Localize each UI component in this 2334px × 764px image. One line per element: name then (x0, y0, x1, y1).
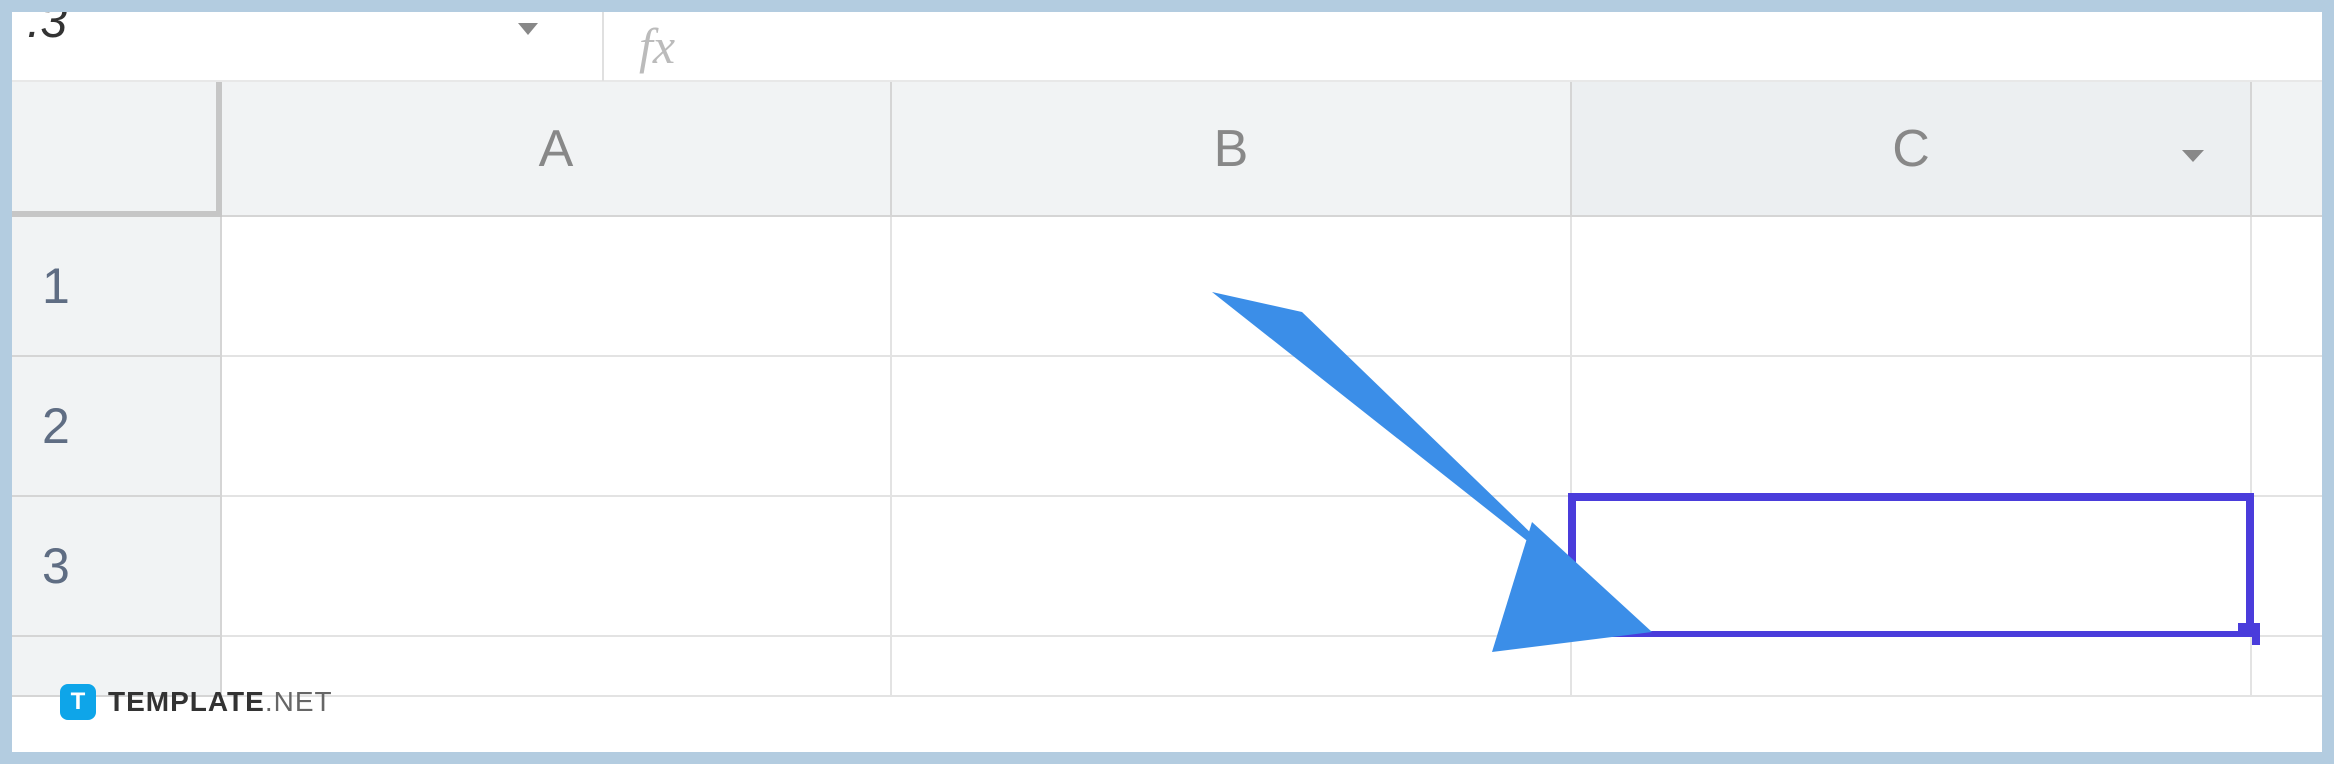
select-all-corner[interactable] (12, 82, 222, 217)
row-4-partial (12, 637, 2322, 697)
watermark-tld: .NET (265, 686, 333, 717)
name-box-dropdown-icon[interactable] (514, 12, 542, 44)
name-box-value: .3 (27, 12, 67, 49)
cell-d3[interactable] (2252, 497, 2322, 637)
watermark-text: TEMPLATE.NET (108, 686, 333, 718)
row-label: 3 (42, 537, 70, 595)
column-dropdown-icon[interactable] (2176, 119, 2210, 179)
column-label: B (1214, 119, 1249, 179)
formula-bar: .3 fx (12, 12, 2322, 82)
column-label: C (1892, 119, 1930, 179)
column-header-b[interactable]: B (892, 82, 1572, 217)
row-label: 1 (42, 257, 70, 315)
name-box[interactable]: .3 (12, 12, 602, 80)
column-header-next[interactable] (2252, 82, 2322, 217)
row-2: 2 (12, 357, 2322, 497)
formula-input-area[interactable]: fx (604, 12, 675, 80)
sheet-grid: A B C 1 2 (12, 82, 2322, 752)
cell-a3[interactable] (222, 497, 892, 637)
fx-icon: fx (639, 17, 675, 75)
spreadsheet-window: .3 fx A B C (12, 12, 2322, 752)
cell-c4[interactable] (1572, 637, 2252, 697)
column-label: A (539, 119, 574, 179)
column-header-a[interactable]: A (222, 82, 892, 217)
column-header-c[interactable]: C (1572, 82, 2252, 217)
cell-b3[interactable] (892, 497, 1572, 637)
row-label: 2 (42, 397, 70, 455)
row-1: 1 (12, 217, 2322, 357)
cell-c2[interactable] (1572, 357, 2252, 497)
row-header-1[interactable]: 1 (12, 217, 222, 357)
cell-c1[interactable] (1572, 217, 2252, 357)
cell-a2[interactable] (222, 357, 892, 497)
cell-b2[interactable] (892, 357, 1572, 497)
row-header-2[interactable]: 2 (12, 357, 222, 497)
cell-b4[interactable] (892, 637, 1572, 697)
cell-b1[interactable] (892, 217, 1572, 357)
watermark: T TEMPLATE.NET (60, 684, 333, 720)
watermark-brand: TEMPLATE (108, 686, 265, 717)
watermark-icon-letter: T (71, 688, 86, 716)
cell-a1[interactable] (222, 217, 892, 357)
selection-outline (1568, 493, 2254, 639)
watermark-logo-icon: T (60, 684, 96, 720)
column-header-row: A B C (12, 82, 2322, 217)
cell-d2[interactable] (2252, 357, 2322, 497)
cell-d1[interactable] (2252, 217, 2322, 357)
row-3: 3 (12, 497, 2322, 637)
row-header-3[interactable]: 3 (12, 497, 222, 637)
cell-c3-selected[interactable] (1572, 497, 2252, 637)
cell-d4[interactable] (2252, 637, 2322, 697)
